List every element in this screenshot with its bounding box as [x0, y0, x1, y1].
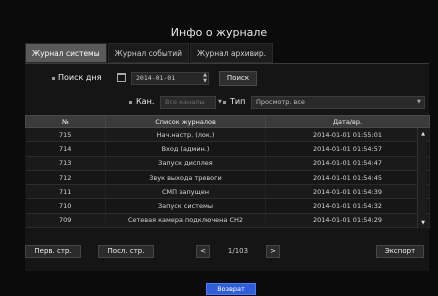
- bullet-icon: [52, 77, 55, 80]
- date-spinner[interactable]: ▲ ▼: [201, 72, 209, 85]
- cell-no: 712: [25, 170, 106, 186]
- cell-time: 2014-01-01 01:54:32: [265, 198, 430, 214]
- table-scrollbar[interactable]: ▲ ▼: [417, 128, 427, 228]
- last-page-button[interactable]: Посл. стр.: [98, 245, 154, 258]
- spinner-down-icon[interactable]: ▼: [201, 78, 209, 84]
- table-row[interactable]: 714 Вход (админ.) 2014-01-01 01:54:57: [25, 141, 430, 157]
- cell-time: 2014-01-01 01:54:57: [265, 141, 430, 157]
- column-header-time[interactable]: Дата/вр.: [265, 115, 430, 128]
- channel-select[interactable]: Все каналы: [160, 96, 216, 109]
- tab-bar: Журнал системы Журнал событий Журнал арх…: [25, 43, 274, 63]
- cell-log: Нач.настр. (лок.): [105, 127, 266, 143]
- scroll-down-icon[interactable]: ▼: [418, 219, 428, 227]
- cell-log: Запуск дисплея: [105, 156, 266, 171]
- cell-log: Звук выхода тревоги: [105, 170, 266, 186]
- page-indicator: 1/103: [227, 247, 249, 255]
- table-row[interactable]: 709 Сетевая камера подключена CH2 2014-01-…: [25, 213, 430, 229]
- log-table: № Список журналов Дата/вр. 715 Нач.настр.…: [25, 115, 430, 229]
- export-button[interactable]: Экспорт: [376, 245, 424, 258]
- cell-time: 2014-01-01 01:54:39: [265, 184, 430, 200]
- tab-event-log[interactable]: Журнал событий: [107, 43, 189, 63]
- table-header-row: № Список журналов Дата/вр.: [25, 115, 430, 128]
- cell-no: 714: [25, 141, 106, 157]
- cell-no: 715: [25, 127, 106, 143]
- page-title: Инфо о журнале: [170, 26, 268, 39]
- table-row[interactable]: 712 Звук выхода тревоги 2014-01-01 01:54:4…: [25, 170, 430, 186]
- date-input[interactable]: 2014-01-01: [131, 72, 209, 85]
- type-select[interactable]: Просмотр. все: [251, 96, 425, 109]
- cell-no: 711: [25, 184, 106, 200]
- cell-no: 710: [25, 198, 106, 214]
- cell-log: Сетевая камера подключена CH2: [105, 213, 266, 229]
- first-page-button[interactable]: Перв. стр.: [25, 245, 81, 258]
- scroll-up-icon[interactable]: ▲: [418, 130, 428, 138]
- calendar-icon[interactable]: [117, 73, 126, 82]
- prev-page-icon[interactable]: <: [196, 245, 210, 258]
- table-row[interactable]: 713 Запуск дисплея 2014-01-01 01:54:47: [25, 156, 430, 171]
- table-row[interactable]: 711 СМП запущен 2014-01-01 01:54:39: [25, 184, 430, 200]
- column-header-log[interactable]: Список журналов: [105, 115, 266, 128]
- table-row[interactable]: 710 Запуск системы 2014-01-01 01:54:32: [25, 198, 430, 214]
- cell-time: 2014-01-01 01:55:01: [265, 127, 430, 143]
- type-label: Тип: [230, 97, 246, 106]
- column-header-no[interactable]: №: [25, 115, 106, 128]
- table-row[interactable]: 715 Нач.настр. (лок.) 2014-01-01 01:55:01: [25, 127, 430, 143]
- cell-log: Вход (админ.): [105, 141, 266, 157]
- cell-time: 2014-01-01 01:54:45: [265, 170, 430, 186]
- dropdown-arrow-icon[interactable]: ▼: [417, 99, 421, 105]
- search-button[interactable]: Поиск: [219, 71, 257, 86]
- dropdown-arrow-icon[interactable]: ▼: [218, 99, 222, 105]
- cell-time: 2014-01-01 01:54:47: [265, 156, 430, 171]
- tab-system-log[interactable]: Журнал системы: [25, 43, 107, 63]
- cell-no: 709: [25, 213, 106, 229]
- bullet-icon: [223, 101, 226, 104]
- back-button[interactable]: Возврат: [206, 283, 256, 295]
- cell-log: СМП запущен: [105, 184, 266, 200]
- cell-log: Запуск системы: [105, 198, 266, 214]
- next-page-icon[interactable]: >: [266, 245, 280, 258]
- cell-time: 2014-01-01 01:54:29: [265, 213, 430, 229]
- search-day-label: Поиск дня: [58, 73, 102, 82]
- bullet-icon: [129, 101, 132, 104]
- tab-backup-log[interactable]: Журнал архивир.: [189, 43, 274, 63]
- cell-no: 713: [25, 156, 106, 171]
- channel-label: Кан.: [136, 97, 155, 106]
